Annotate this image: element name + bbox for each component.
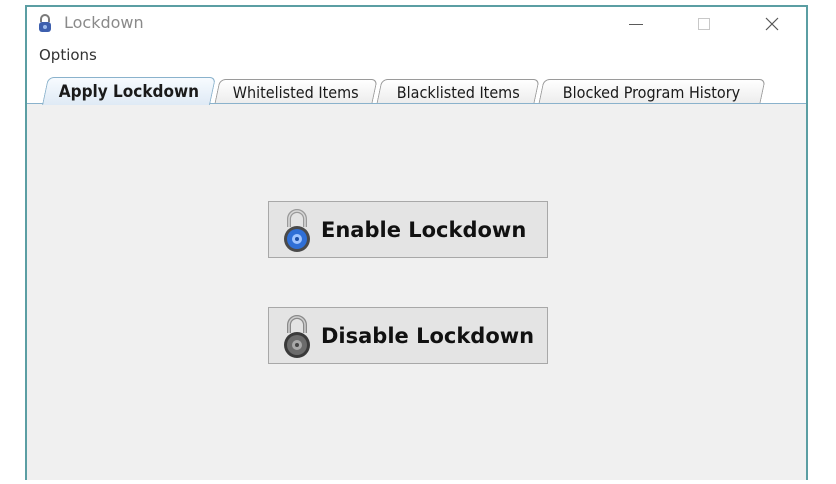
menu-bar: Options [27, 41, 806, 69]
disable-lockdown-button[interactable]: Disable Lockdown [268, 307, 548, 364]
app-window: Lockdown Options Apply Lockdown Whitelis… [25, 5, 808, 480]
maximize-icon [698, 18, 710, 30]
title-bar[interactable]: Lockdown [27, 7, 806, 41]
close-icon [765, 17, 779, 31]
enable-lockdown-label: Enable Lockdown [321, 217, 527, 242]
disable-lockdown-label: Disable Lockdown [321, 323, 535, 348]
menu-options[interactable]: Options [39, 46, 97, 64]
gray-padlock-icon [284, 314, 310, 358]
blue-padlock-icon [284, 208, 310, 252]
window-title: Lockdown [64, 13, 144, 32]
tab-blocked-program-history[interactable]: Blocked Program History [538, 79, 766, 104]
close-button[interactable] [747, 7, 797, 41]
apply-lockdown-panel: Enable Lockdown Disable Lockdown [27, 104, 806, 480]
minimize-button[interactable] [611, 7, 661, 41]
maximize-button[interactable] [679, 7, 729, 41]
padlock-icon [39, 14, 51, 32]
tab-label: Apply Lockdown [58, 81, 200, 102]
tab-label: Whitelisted Items [232, 82, 359, 102]
tab-whitelisted-items[interactable]: Whitelisted Items [214, 79, 378, 104]
tab-apply-lockdown[interactable]: Apply Lockdown [42, 77, 216, 105]
minimize-icon [629, 23, 643, 25]
tab-blacklisted-items[interactable]: Blacklisted Items [376, 79, 540, 104]
tab-label: Blocked Program History [563, 82, 741, 102]
tab-label: Blacklisted Items [396, 82, 520, 102]
enable-lockdown-button[interactable]: Enable Lockdown [268, 201, 548, 258]
